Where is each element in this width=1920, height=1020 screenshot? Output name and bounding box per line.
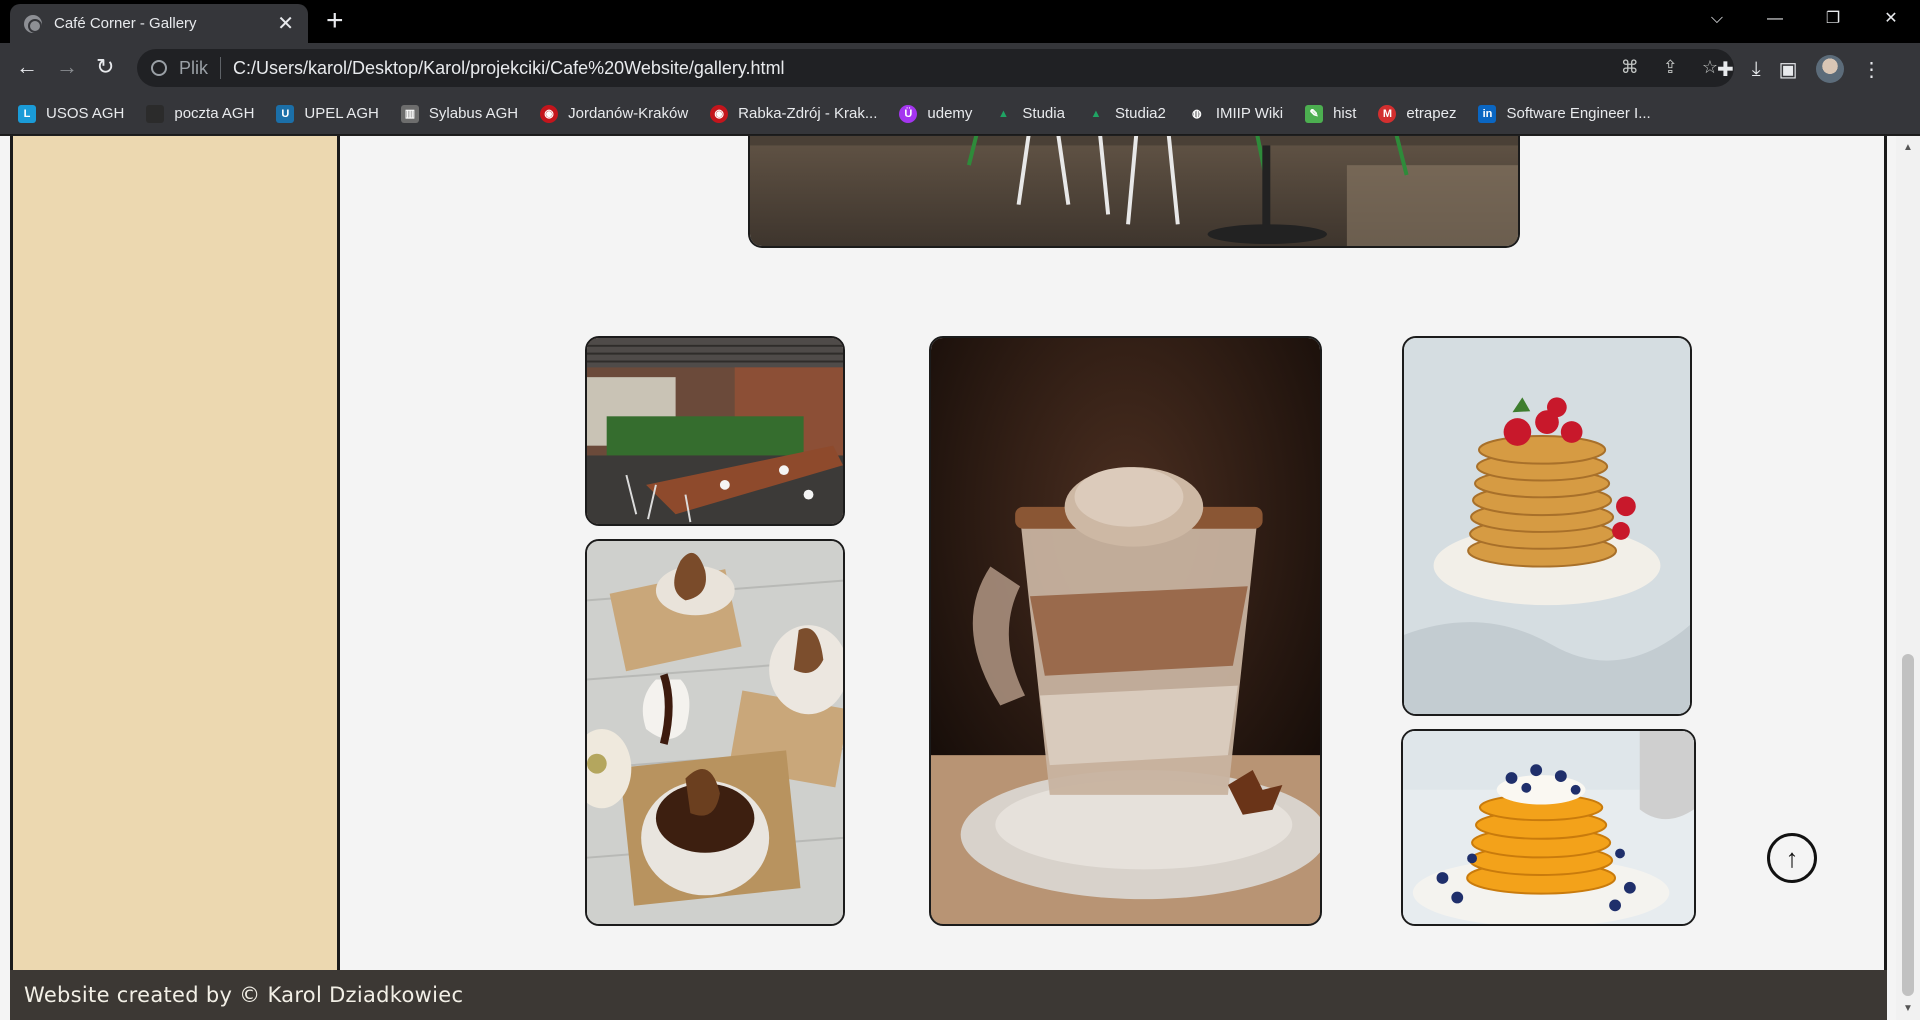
bookmark-label: Rabka-Zdrój - Krak... [738, 105, 878, 122]
bookmark-label: Jordanów-Kraków [568, 105, 689, 122]
bookmark-label: hist [1333, 105, 1357, 122]
bus-icon: ◉ [710, 104, 729, 123]
page-viewport: ↑ Website created by © Karol Dziadkowiec… [0, 136, 1920, 1020]
gallery-photo-terrace [585, 336, 845, 526]
bookmark-usos[interactable]: L USOS AGH [18, 104, 125, 123]
translate-icon[interactable]: ⌘ [1621, 57, 1639, 78]
download-icon[interactable]: ⤓ [1752, 58, 1761, 81]
new-tab-button[interactable]: + [326, 6, 344, 36]
back-button[interactable]: ← [16, 53, 38, 81]
site-info-icon[interactable] [151, 60, 167, 76]
browser-toolbar: ← → ↻ Plik C:/Users/karol/Desktop/Karol/… [0, 43, 1920, 93]
dessert-image [587, 541, 843, 924]
bookmark-jordanow[interactable]: ◉ Jordanów-Kraków [540, 104, 689, 123]
bookmark-label: Studia2 [1114, 105, 1166, 122]
bookmark-upel[interactable]: U UPEL AGH [276, 104, 379, 123]
window-controls: ⌵ — ❐ ✕ [1688, 0, 1920, 40]
scroll-up-icon[interactable]: ▲ [1903, 142, 1913, 153]
bookmark-label: etrapez [1406, 105, 1457, 122]
bus-icon: ◉ [540, 104, 559, 123]
bookmark-label: udemy [927, 105, 973, 122]
forward-button[interactable]: → [56, 53, 78, 81]
address-bar-actions: ⌘ ⇪ ☆ [1621, 57, 1718, 78]
scrollbar-thumb[interactable] [1902, 654, 1914, 996]
browser-tabbar: Café Corner - Gallery ✕ + ⌵ — ❐ ✕ [0, 0, 1920, 43]
bookmark-studia2[interactable]: ▲ Studia2 [1087, 105, 1166, 123]
close-tab-icon[interactable]: ✕ [277, 14, 294, 34]
bookmark-sylabus[interactable]: ▥ Sylabus AGH [400, 104, 519, 123]
bookmark-rabka[interactable]: ◉ Rabka-Zdrój - Krak... [710, 104, 878, 123]
cafe-interior-image [750, 136, 1518, 246]
sidebar [10, 136, 340, 970]
extensions-icon[interactable]: ✚ [1717, 57, 1734, 82]
bookmark-star-icon[interactable]: ☆ [1702, 57, 1718, 78]
address-bar[interactable]: Plik C:/Users/karol/Desktop/Karol/projek… [137, 49, 1734, 87]
bookmark-label: poczta AGH [174, 105, 255, 122]
bookmark-imiip-wiki[interactable]: ◍ IMIIP Wiki [1188, 105, 1283, 123]
tab-title: Café Corner - Gallery [54, 15, 197, 32]
extension-area: ✚ ⤓ ▣ ⋮ [1717, 55, 1882, 83]
gallery-photo-iced-coffee [929, 336, 1322, 926]
udemy-icon: Ü [899, 104, 918, 123]
browser-tab-active[interactable]: Café Corner - Gallery ✕ [10, 4, 308, 43]
globe-icon [24, 14, 42, 33]
bookmark-label: Sylabus AGH [428, 105, 519, 122]
reload-button[interactable]: ↻ [96, 53, 114, 81]
restore-button[interactable]: ❐ [1804, 0, 1862, 40]
hist-icon: ✎ [1305, 104, 1324, 123]
tab-search-icon[interactable]: ⌵ [1688, 0, 1746, 40]
bookmark-linkedin[interactable]: in Software Engineer I... [1478, 104, 1651, 123]
mail-icon [146, 104, 165, 123]
close-window-button[interactable]: ✕ [1862, 0, 1920, 40]
content-border [1884, 136, 1887, 970]
bookmark-label: UPEL AGH [304, 105, 379, 122]
scroll-down-icon[interactable]: ▼ [1903, 1003, 1913, 1014]
drive-icon: ▲ [997, 107, 1009, 120]
url-text[interactable]: C:/Users/karol/Desktop/Karol/projekciki/… [233, 58, 785, 79]
gallery-photo-chocolate-pear-dessert [585, 539, 845, 926]
terrace-image [587, 338, 843, 524]
minimize-button[interactable]: — [1746, 0, 1804, 40]
blueberry-pancakes-image [1403, 731, 1694, 924]
gallery-photo-blueberry-pancakes [1401, 729, 1696, 926]
upel-icon: U [276, 104, 295, 123]
bookmark-label: Software Engineer I... [1506, 105, 1651, 122]
gallery-photo-strawberry-pancakes [1402, 336, 1692, 716]
arrow-up-icon: ↑ [1785, 842, 1799, 873]
bookmark-poczta[interactable]: poczta AGH [146, 104, 255, 123]
address-separator [220, 57, 222, 79]
books-icon: ▥ [400, 104, 419, 123]
back-to-top-button[interactable]: ↑ [1767, 833, 1817, 883]
etrapez-icon: M [1378, 104, 1397, 123]
globe-icon: ◍ [1192, 107, 1202, 120]
profile-avatar[interactable] [1815, 55, 1844, 83]
linkedin-icon: in [1478, 104, 1497, 123]
bookmark-hist[interactable]: ✎ hist [1305, 104, 1357, 123]
site-footer: Website created by © Karol Dziadkowiec [10, 970, 1887, 1020]
bookmarks-bar: L USOS AGH poczta AGH U UPEL AGH ▥ Sylabus … [0, 93, 1920, 135]
menu-icon[interactable]: ⋮ [1862, 57, 1882, 82]
share-icon[interactable]: ⇪ [1663, 57, 1678, 78]
page-scrollbar[interactable]: ▲ ▼ [1896, 136, 1920, 1020]
footer-credit: Website created by © Karol Dziadkowiec [24, 983, 464, 1007]
side-panel-icon[interactable]: ▣ [1779, 57, 1798, 82]
gallery-photo-cafe-interior [748, 136, 1520, 248]
usos-icon: L [18, 104, 36, 123]
bookmark-studia[interactable]: ▲ Studia [994, 105, 1065, 123]
address-prefix: Plik [179, 57, 209, 78]
drive-icon: ▲ [1090, 107, 1102, 120]
bookmark-label: Studia [1022, 105, 1065, 122]
bookmark-etrapez[interactable]: Metrapez [1378, 104, 1457, 123]
bookmark-label: USOS AGH [46, 105, 125, 122]
bookmark-udemy[interactable]: Üudemy [899, 104, 973, 123]
bookmark-label: IMIIP Wiki [1215, 105, 1284, 122]
iced-coffee-image [931, 338, 1320, 924]
strawberry-pancakes-image [1404, 338, 1690, 714]
